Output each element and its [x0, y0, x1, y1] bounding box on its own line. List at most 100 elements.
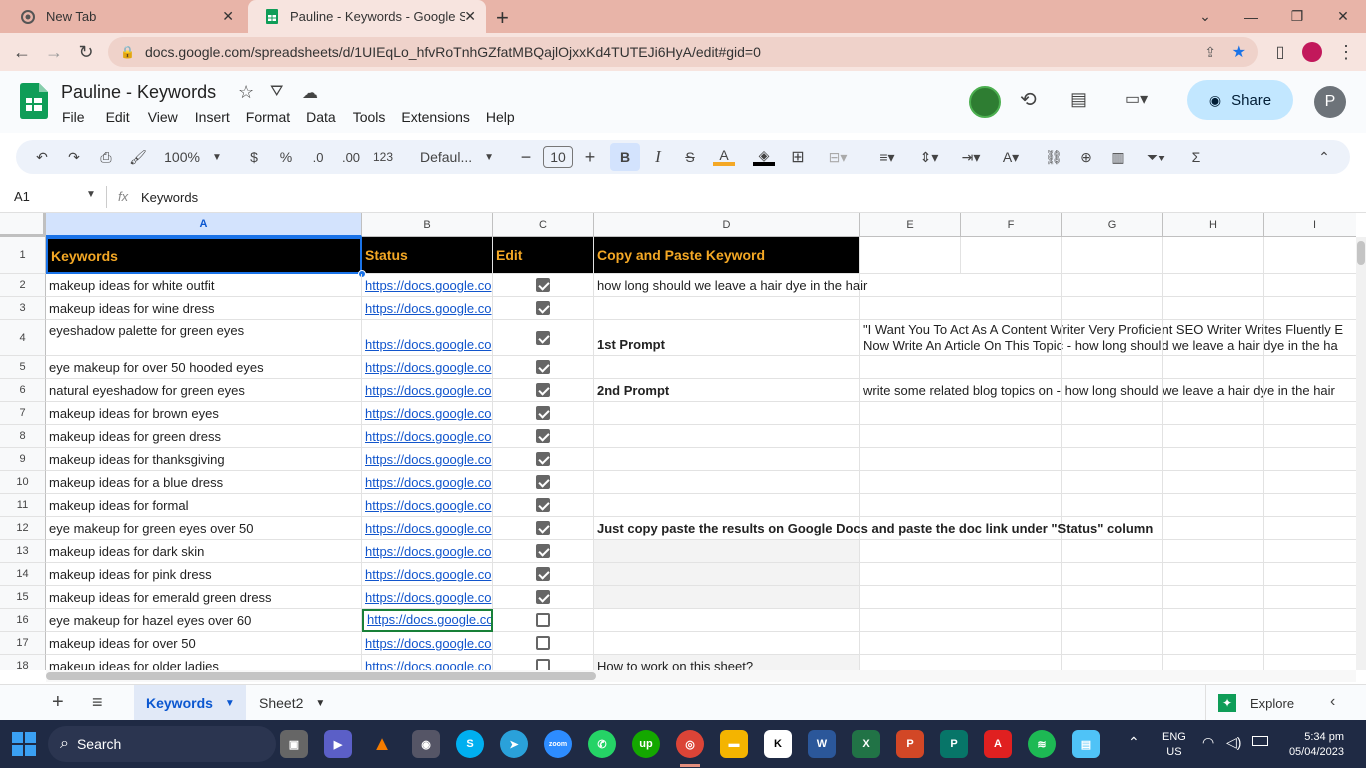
undo-icon[interactable]: ↶	[30, 140, 54, 174]
acrobat-icon[interactable]: A	[984, 730, 1012, 758]
status-link[interactable]: https://docs.google.co	[365, 406, 491, 421]
paint-format-icon[interactable]: 🖌	[126, 140, 150, 174]
grid-cell[interactable]	[1163, 402, 1264, 425]
grid-cell[interactable]	[961, 632, 1062, 655]
grid-cell[interactable]	[1264, 586, 1356, 609]
status-link[interactable]: https://docs.google.co	[365, 337, 491, 352]
language-indicator[interactable]: ENG US	[1162, 730, 1186, 760]
url-omnibox[interactable]: 🔒 docs.google.com/spreadsheets/d/1UIEqLo…	[108, 37, 1258, 67]
grid-cell[interactable]	[1163, 448, 1264, 471]
grid-cell[interactable]	[1163, 274, 1264, 297]
grid-cell[interactable]	[961, 297, 1062, 320]
status-link[interactable]: https://docs.google.co	[365, 301, 491, 316]
menu-tools[interactable]: Tools	[353, 109, 386, 125]
zoom-icon[interactable]: zoom	[544, 730, 572, 758]
grid-cell[interactable]	[1264, 356, 1356, 379]
keyword-cell[interactable]: makeup ideas for older ladies	[46, 655, 362, 670]
edit-checkbox[interactable]	[536, 659, 550, 670]
reload-icon[interactable]: ↻	[70, 33, 102, 71]
grid-cell[interactable]	[1062, 586, 1163, 609]
edit-checkbox[interactable]	[536, 498, 550, 512]
column-header[interactable]: H	[1163, 213, 1264, 237]
status-link[interactable]: https://docs.google.co	[365, 544, 491, 559]
status-link[interactable]: https://docs.google.co	[365, 659, 491, 670]
grid-cell[interactable]	[1163, 540, 1264, 563]
keyword-cell[interactable]: makeup ideas for white outfit	[46, 274, 362, 297]
column-header[interactable]: E	[860, 213, 961, 237]
grid-cell[interactable]	[1264, 425, 1356, 448]
side-panel-icon[interactable]: ▯	[1264, 33, 1296, 71]
row-header[interactable]: 16	[0, 609, 46, 632]
menu-edit[interactable]: Edit	[106, 109, 130, 125]
keyword-cell[interactable]: makeup ideas for thanksgiving	[46, 448, 362, 471]
edit-checkbox-cell[interactable]	[493, 609, 594, 632]
grid-cell[interactable]	[1062, 402, 1163, 425]
keyword-cell[interactable]: makeup ideas for emerald green dress	[46, 586, 362, 609]
keyword-cell[interactable]: makeup ideas for dark skin	[46, 540, 362, 563]
grid-cell[interactable]	[961, 471, 1062, 494]
battery-icon[interactable]	[1252, 736, 1268, 746]
keyword-cell[interactable]: eye makeup for green eyes over 50	[46, 517, 362, 540]
excel-icon[interactable]: X	[852, 730, 880, 758]
grid-cell[interactable]	[961, 655, 1062, 670]
copy-paste-cell[interactable]	[594, 402, 860, 425]
edit-checkbox-cell[interactable]	[493, 297, 594, 320]
grid-cell[interactable]	[1163, 632, 1264, 655]
grid-cell[interactable]	[1062, 563, 1163, 586]
menu-extensions[interactable]: Extensions	[401, 109, 469, 125]
grid-cell[interactable]	[1062, 379, 1163, 402]
row-header[interactable]: 5	[0, 356, 46, 379]
status-link-cell[interactable]: https://docs.google.co	[362, 540, 493, 563]
grid-cell[interactable]	[961, 609, 1062, 632]
grid-cell[interactable]	[961, 494, 1062, 517]
notepad-icon[interactable]: ▤	[1072, 730, 1100, 758]
edit-checkbox-cell[interactable]	[493, 425, 594, 448]
copy-paste-cell[interactable]: how long should we leave a hair dye in t…	[594, 274, 867, 297]
close-icon[interactable]: ✕	[222, 8, 234, 25]
comment-icon[interactable]: ⊕	[1074, 140, 1098, 174]
grid-cell[interactable]	[961, 320, 1062, 356]
grid-cell[interactable]	[1264, 540, 1356, 563]
menu-view[interactable]: View	[148, 109, 178, 125]
menu-file[interactable]: File	[62, 109, 85, 125]
edit-checkbox[interactable]	[536, 330, 550, 345]
grid-cell[interactable]	[1163, 586, 1264, 609]
grid-cell[interactable]	[1163, 356, 1264, 379]
all-sheets-icon[interactable]: ≡	[92, 692, 103, 713]
header-copy-paste[interactable]: Copy and Paste Keyword	[594, 237, 860, 274]
sheet-tab-sheet2[interactable]: Sheet2 ▼	[259, 685, 325, 721]
decrease-decimal-button[interactable]: .0	[306, 140, 330, 174]
vertical-scrollbar[interactable]	[1356, 237, 1366, 670]
grid-cell[interactable]	[1163, 297, 1264, 320]
doc-title[interactable]: Pauline - Keywords	[61, 82, 216, 103]
edit-checkbox-cell[interactable]	[493, 356, 594, 379]
edit-checkbox[interactable]	[536, 383, 550, 397]
grid-cell[interactable]	[1264, 609, 1356, 632]
edit-checkbox[interactable]	[536, 301, 550, 315]
row-header[interactable]: 3	[0, 297, 46, 320]
copy-paste-cell[interactable]: 1st Prompt	[594, 320, 860, 356]
font-select[interactable]: Defaul... ▼	[416, 140, 498, 174]
side-panel-toggle-icon[interactable]: ‹	[1330, 693, 1335, 711]
grid-cell[interactable]	[1264, 402, 1356, 425]
column-header[interactable]: F	[961, 213, 1062, 237]
grid-cell[interactable]	[1062, 237, 1163, 274]
keyword-cell[interactable]: natural eyeshadow for green eyes	[46, 379, 362, 402]
column-header[interactable]: G	[1062, 213, 1163, 237]
row-header[interactable]: 7	[0, 402, 46, 425]
skype-icon[interactable]: S	[456, 730, 484, 758]
grid-cell[interactable]	[961, 425, 1062, 448]
column-header[interactable]: A	[46, 213, 362, 237]
status-link[interactable]: https://docs.google.co	[365, 636, 491, 651]
grid-cell[interactable]	[1062, 609, 1163, 632]
tab-new-tab[interactable]: New Tab ✕	[4, 0, 244, 33]
grid-cell[interactable]	[1264, 320, 1356, 356]
copy-paste-cell[interactable]	[594, 494, 860, 517]
edit-checkbox[interactable]	[536, 544, 550, 558]
grid-cell[interactable]	[1264, 471, 1356, 494]
fill-color-icon[interactable]: ◈	[752, 140, 776, 174]
row-header[interactable]: 15	[0, 586, 46, 609]
grid-cell[interactable]	[961, 563, 1062, 586]
copy-paste-cell[interactable]: How to work on this sheet?	[594, 655, 860, 670]
close-icon[interactable]: ✕	[464, 8, 476, 25]
